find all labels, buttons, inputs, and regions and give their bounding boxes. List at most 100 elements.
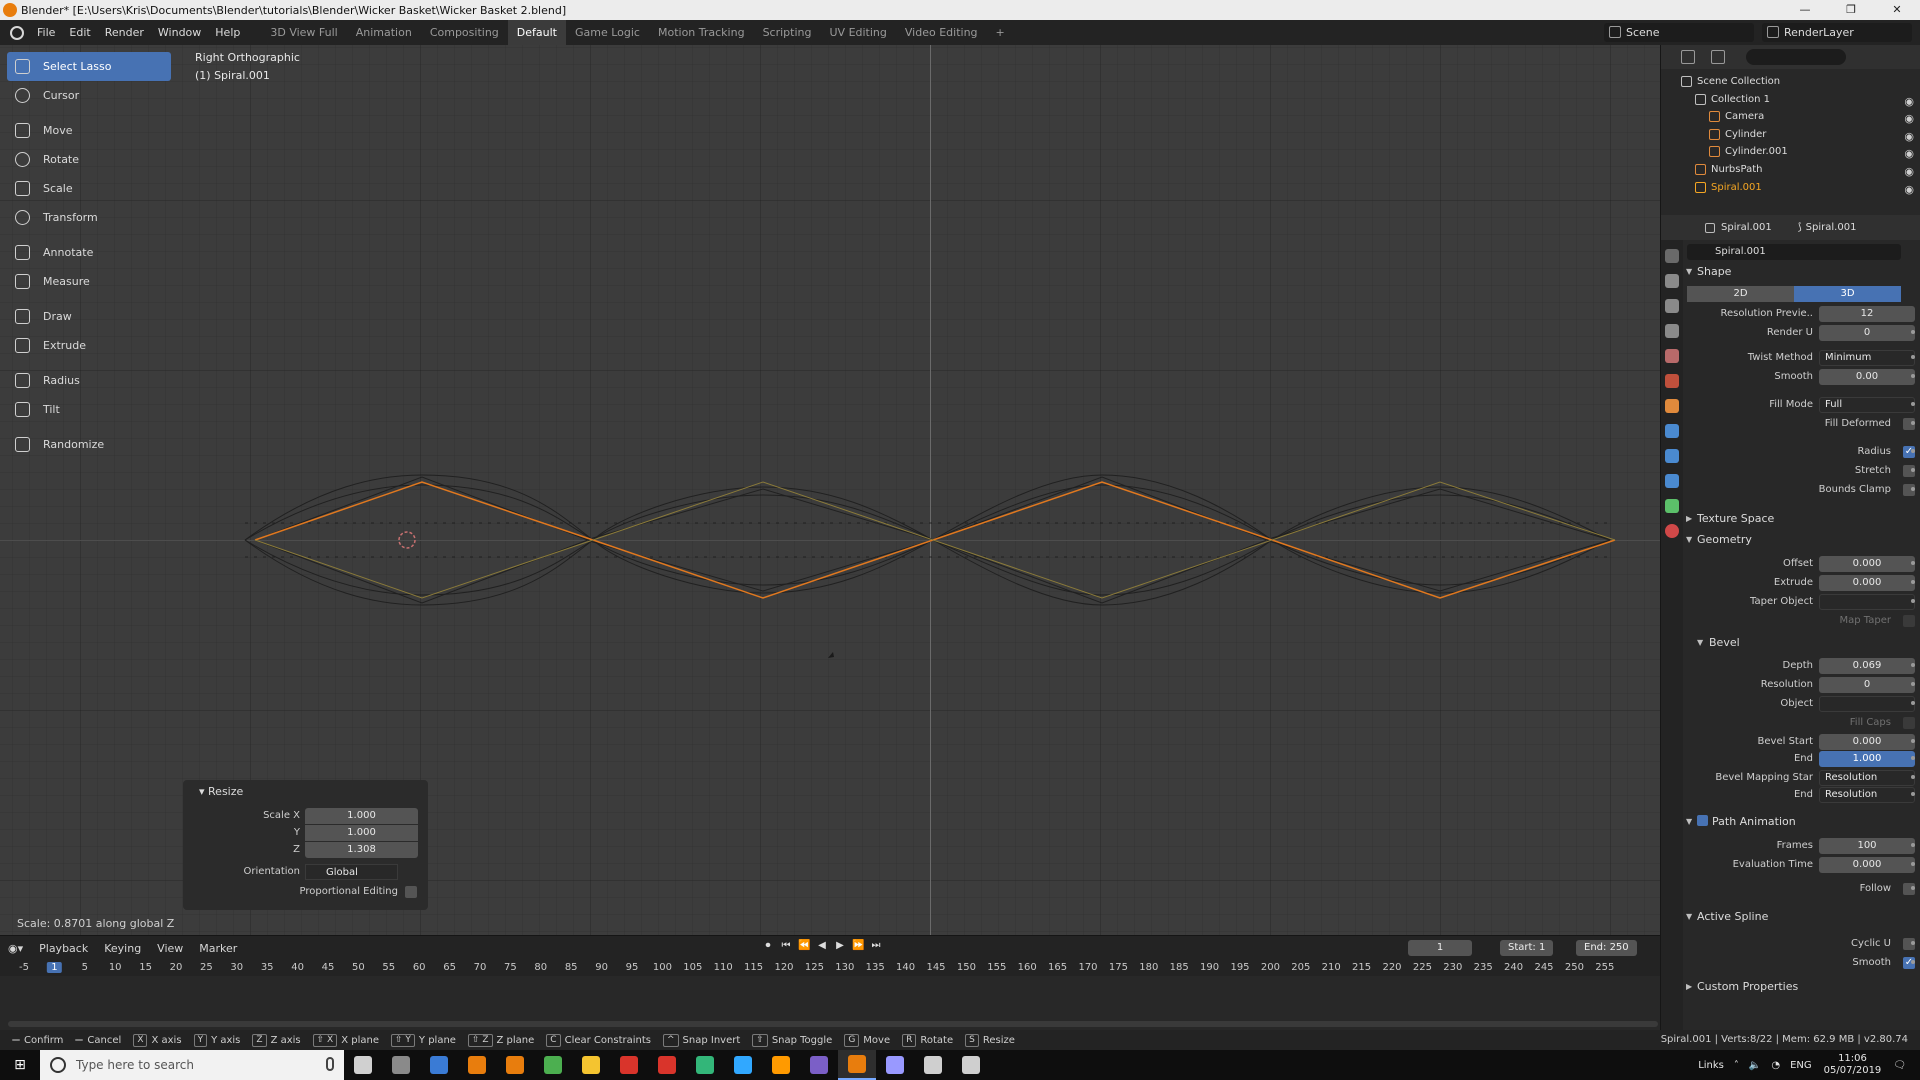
- taskbar-app-button[interactable]: [952, 1050, 990, 1080]
- scene-selector[interactable]: Scene: [1604, 23, 1754, 42]
- depth-field[interactable]: 0.069: [1819, 658, 1915, 674]
- view-layer-selector[interactable]: RenderLayer: [1762, 23, 1912, 42]
- visibility-eye-icon[interactable]: ◉: [1904, 181, 1914, 198]
- taskbar-app-button[interactable]: [876, 1050, 914, 1080]
- tool-extrude[interactable]: Extrude: [7, 331, 171, 360]
- keyframe-dot-icon[interactable]: [1911, 756, 1915, 760]
- keyframe-dot-icon[interactable]: [1911, 402, 1915, 406]
- scale-z-field[interactable]: 1.308: [305, 842, 418, 858]
- menu-keying[interactable]: Keying: [96, 942, 149, 955]
- frame-ruler[interactable]: -5 1 5 10 15 20 25 30 35 40 45 50 55 60 65 70 75 80 85 90 95…: [0, 960, 1660, 976]
- physics-tab-icon[interactable]: [1665, 449, 1679, 463]
- maximize-button[interactable]: ❐: [1828, 0, 1874, 20]
- menu-edit[interactable]: Edit: [62, 20, 97, 45]
- keyframe-dot-icon[interactable]: [1911, 843, 1915, 847]
- tab-3d-view-full[interactable]: 3D View Full: [261, 20, 346, 45]
- tab-compositing[interactable]: Compositing: [421, 20, 508, 45]
- play-button[interactable]: ▶: [834, 940, 846, 952]
- bevel-start-field[interactable]: 0.000: [1819, 734, 1915, 750]
- taskbar-app-button[interactable]: [572, 1050, 610, 1080]
- modifier-tab-icon[interactable]: [1665, 424, 1679, 438]
- clock[interactable]: 11:06 05/07/2019: [1824, 1053, 1882, 1077]
- menu-help[interactable]: Help: [208, 20, 247, 45]
- tab-animation[interactable]: Animation: [347, 20, 421, 45]
- taskbar-app-button[interactable]: [686, 1050, 724, 1080]
- render-tab-icon[interactable]: [1665, 274, 1679, 288]
- taskbar-app-button[interactable]: [382, 1050, 420, 1080]
- scale-x-field[interactable]: 1.000: [305, 808, 418, 824]
- orientation-dropdown[interactable]: Global: [305, 864, 398, 880]
- section-path-animation[interactable]: ▼ Path Animation: [1683, 812, 1920, 832]
- path-animation-checkbox[interactable]: [1697, 815, 1708, 826]
- notifications-icon[interactable]: 🗨: [1893, 1060, 1906, 1071]
- next-keyframe-button[interactable]: ⏩: [852, 940, 864, 952]
- filter-icon[interactable]: [1711, 50, 1725, 64]
- object-tab-icon[interactable]: [1665, 399, 1679, 413]
- keyframe-dot-icon[interactable]: [1911, 561, 1915, 565]
- output-tab-icon[interactable]: [1665, 299, 1679, 313]
- tool-tab-icon[interactable]: [1665, 249, 1679, 263]
- taskbar-app-button[interactable]: [724, 1050, 762, 1080]
- tab-scripting[interactable]: Scripting: [754, 20, 821, 45]
- proportional-editing-checkbox[interactable]: [405, 886, 417, 898]
- 2d-button[interactable]: 2D: [1687, 286, 1794, 302]
- outliner-item[interactable]: Collection 1 ◉: [1661, 91, 1920, 108]
- render-u-field[interactable]: 0: [1819, 325, 1915, 341]
- extrude-field[interactable]: 0.000: [1819, 575, 1915, 591]
- language-indicator[interactable]: ENG: [1790, 1060, 1812, 1071]
- section-custom-properties[interactable]: ▶ Custom Properties: [1683, 977, 1920, 997]
- taskbar-app-button[interactable]: [838, 1050, 876, 1080]
- material-tab-icon[interactable]: [1665, 524, 1679, 538]
- taskbar-app-button[interactable]: [534, 1050, 572, 1080]
- menu-render[interactable]: Render: [98, 20, 151, 45]
- tab-default[interactable]: Default: [507, 20, 566, 45]
- outliner-item[interactable]: Scene Collection: [1661, 73, 1920, 90]
- network-icon[interactable]: ◔: [1771, 1060, 1780, 1071]
- section-active-spline[interactable]: ▼ Active Spline: [1683, 907, 1920, 927]
- frames-field[interactable]: 100: [1819, 838, 1915, 854]
- keyframe-dot-icon[interactable]: [1911, 739, 1915, 743]
- evaluation-time-field[interactable]: 0.000: [1819, 857, 1915, 873]
- fill-caps-checkbox[interactable]: [1903, 717, 1915, 729]
- keyframe-dot-icon[interactable]: [1911, 886, 1915, 890]
- resize-panel-header[interactable]: ▾ Resize: [183, 780, 428, 804]
- bevel-end-field[interactable]: 1.000: [1819, 751, 1915, 767]
- taskbar-app-button[interactable]: [914, 1050, 952, 1080]
- bevel-resolution-field[interactable]: 0: [1819, 677, 1915, 693]
- keyframe-dot-icon[interactable]: [1911, 487, 1915, 491]
- taskbar-app-button[interactable]: [496, 1050, 534, 1080]
- taskbar-app-button[interactable]: [648, 1050, 686, 1080]
- visibility-eye-icon[interactable]: ◉: [1904, 128, 1914, 145]
- keyframe-dot-icon[interactable]: [1911, 421, 1915, 425]
- tool-transform[interactable]: Transform: [7, 203, 171, 232]
- section-bevel[interactable]: ▼ Bevel: [1683, 633, 1920, 653]
- section-shape[interactable]: ▼ Shape: [1683, 262, 1920, 282]
- blender-menu-icon[interactable]: [10, 25, 24, 40]
- keyframe-dot-icon[interactable]: [1911, 682, 1915, 686]
- timeline-scrollbar[interactable]: [8, 1021, 1658, 1027]
- visibility-eye-icon[interactable]: ◉: [1904, 163, 1914, 180]
- tab-video-editing[interactable]: Video Editing: [896, 20, 987, 45]
- tray-overflow-icon[interactable]: ˄: [1734, 1060, 1739, 1071]
- 3d-button[interactable]: 3D: [1794, 286, 1901, 302]
- minimize-button[interactable]: —: [1782, 0, 1828, 20]
- keyframe-dot-icon[interactable]: [1911, 374, 1915, 378]
- keyframe-dot-icon[interactable]: [1911, 599, 1915, 603]
- tab-uv-editing[interactable]: UV Editing: [821, 20, 896, 45]
- scene-tab-icon[interactable]: [1665, 349, 1679, 363]
- menu-file[interactable]: File: [30, 20, 62, 45]
- keyframe-dot-icon[interactable]: [1911, 663, 1915, 667]
- menu-playback[interactable]: Playback: [31, 942, 96, 955]
- end-frame-field[interactable]: End: 250: [1576, 940, 1637, 956]
- tool-tilt[interactable]: Tilt: [7, 395, 171, 424]
- tab-game-logic[interactable]: Game Logic: [566, 20, 649, 45]
- keyframe-dot-icon[interactable]: [1911, 862, 1915, 866]
- tool-annotate[interactable]: Annotate: [7, 238, 171, 267]
- outliner-item[interactable]: Cylinder.001 ◉: [1661, 143, 1920, 160]
- close-button[interactable]: ✕: [1874, 0, 1920, 20]
- tab-motion-tracking[interactable]: Motion Tracking: [649, 20, 754, 45]
- tool-randomize[interactable]: Randomize: [7, 430, 171, 459]
- play-reverse-button[interactable]: ◀: [816, 940, 828, 952]
- fill-mode-dropdown[interactable]: Full: [1819, 397, 1915, 413]
- keyframe-dot-icon[interactable]: [1911, 960, 1915, 964]
